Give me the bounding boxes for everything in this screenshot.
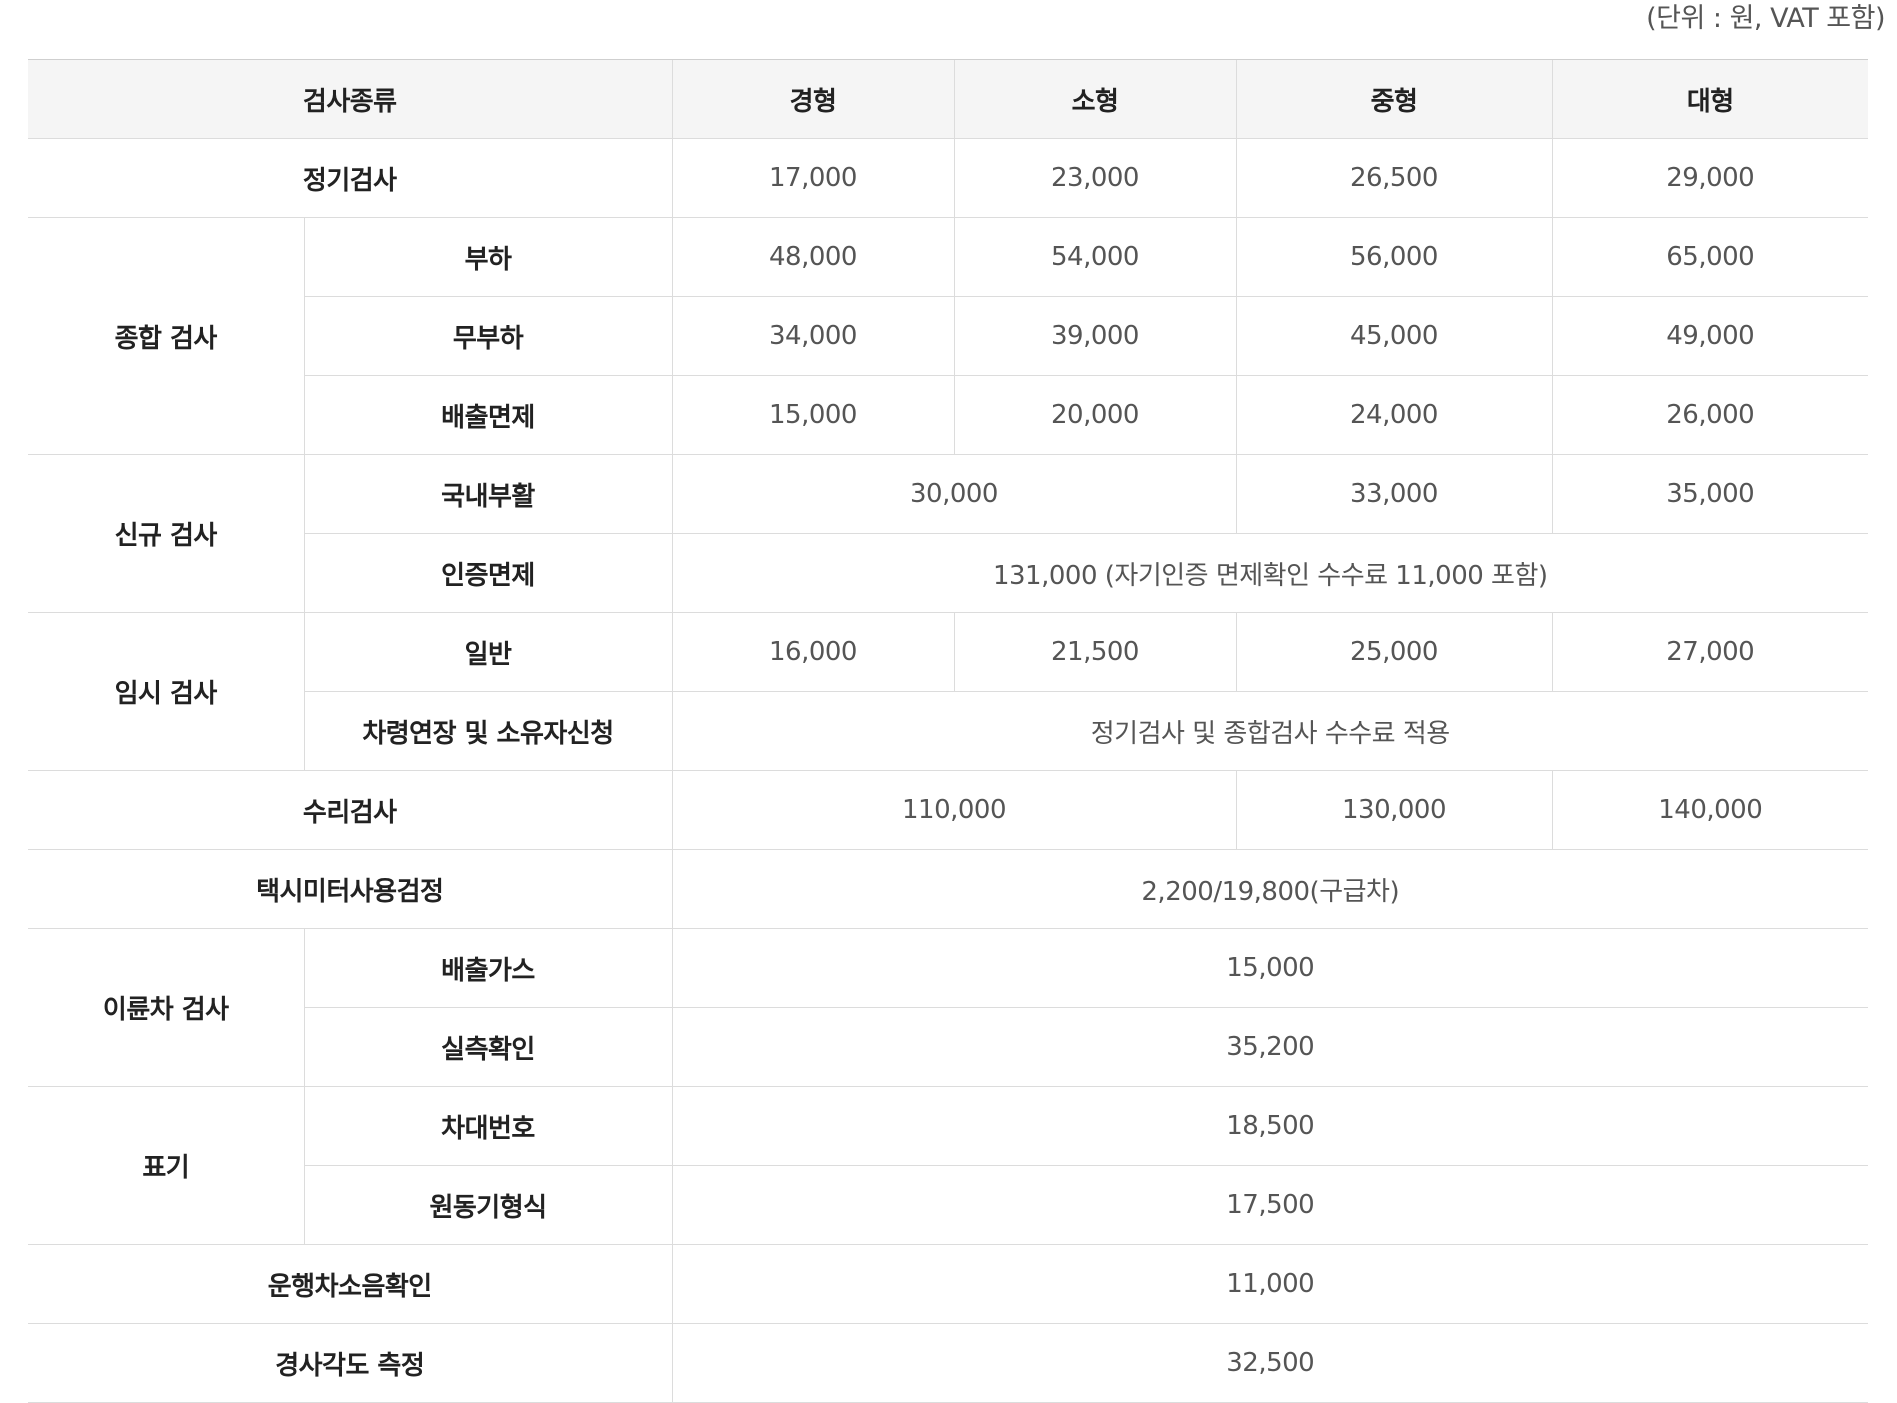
row-label-noise-check: 운행차소음확인 — [28, 1244, 672, 1324]
cell-chassis-number: 18,500 — [671, 1086, 1868, 1166]
unit-note: (단위 : 원, VAT 포함) — [1646, 3, 1885, 34]
table-row: 운행차소음확인 11,000 — [28, 1244, 1868, 1324]
cell-regular-medium: 26,500 — [1235, 138, 1552, 218]
table-row: 정기검사 17,000 23,000 26,500 29,000 — [28, 138, 1868, 218]
cell-general-medium: 25,000 — [1235, 612, 1552, 692]
cell-load-small: 54,000 — [953, 217, 1236, 297]
row-label-chassis-number: 차대번호 — [303, 1086, 672, 1166]
row-label-emission-exempt: 배출면제 — [303, 375, 672, 455]
row-label-regular: 정기검사 — [28, 138, 672, 218]
inspection-fee-table: 검사종류 경형 소형 중형 대형 정기검사 17,000 23,000 26,5… — [28, 59, 1868, 1403]
header-medium: 중형 — [1235, 59, 1552, 139]
cell-general-large: 27,000 — [1551, 612, 1868, 692]
cell-load-medium: 56,000 — [1235, 217, 1552, 297]
table-row: 무부하 34,000 39,000 45,000 49,000 — [28, 296, 1868, 376]
cell-regular-light: 17,000 — [671, 138, 954, 218]
cell-extension: 정기검사 및 종합검사 수수료 적용 — [671, 691, 1868, 771]
cell-repair-light-small: 110,000 — [671, 770, 1236, 850]
table-row: 택시미터사용검정 2,200/19,800(구급차) — [28, 849, 1868, 929]
table-row: 배출면제 15,000 20,000 24,000 26,000 — [28, 375, 1868, 455]
cell-exempt-light: 15,000 — [671, 375, 954, 455]
table-row: 신규 검사 국내부활 30,000 33,000 35,000 — [28, 454, 1868, 613]
cell-regular-large: 29,000 — [1551, 138, 1868, 218]
row-label-slope-angle: 경사각도 측정 — [28, 1323, 672, 1403]
cell-domestic-medium: 33,000 — [1235, 454, 1552, 534]
header-large: 대형 — [1551, 59, 1868, 139]
row-label-general: 일반 — [303, 612, 672, 692]
table-row: 수리검사 110,000 130,000 140,000 — [28, 770, 1868, 850]
table-row: 임시 검사 일반 16,000 21,500 25,000 27,000 — [28, 612, 1868, 771]
table-header-row: 검사종류 경형 소형 중형 대형 — [28, 59, 1868, 139]
table-row: 인증면제 131,000 (자기인증 면제확인 수수료 11,000 포함) — [28, 533, 1868, 613]
table-row: 표기 차대번호 18,500 — [28, 1086, 1868, 1245]
cell-general-light: 16,000 — [671, 612, 954, 692]
row-label-cert-exempt: 인증면제 — [303, 533, 672, 613]
cell-domestic-large: 35,000 — [1551, 454, 1868, 534]
cell-noload-large: 49,000 — [1551, 296, 1868, 376]
row-label-taxi-meter: 택시미터사용검정 — [28, 849, 672, 929]
group-label-marking: 표기 — [28, 1086, 305, 1245]
cell-general-small: 21,500 — [953, 612, 1236, 692]
row-label-engine-type: 원동기형식 — [303, 1165, 672, 1245]
cell-measurement: 35,200 — [671, 1007, 1868, 1087]
cell-domestic-light-small: 30,000 — [671, 454, 1236, 534]
table-row: 원동기형식 17,500 — [28, 1165, 1868, 1245]
table-row: 차령연장 및 소유자신청 정기검사 및 종합검사 수수료 적용 — [28, 691, 1868, 771]
table-row: 이륜차 검사 배출가스 15,000 — [28, 928, 1868, 1087]
table-row: 실측확인 35,200 — [28, 1007, 1868, 1087]
header-inspection-type: 검사종류 — [28, 59, 672, 139]
cell-slope-angle: 32,500 — [671, 1323, 1868, 1403]
header-light: 경형 — [671, 59, 954, 139]
cell-noise-check: 11,000 — [671, 1244, 1868, 1324]
cell-regular-small: 23,000 — [953, 138, 1236, 218]
cell-exempt-medium: 24,000 — [1235, 375, 1552, 455]
row-label-extension: 차령연장 및 소유자신청 — [303, 691, 672, 771]
table-row: 종합 검사 부하 48,000 54,000 56,000 65,000 — [28, 217, 1868, 455]
cell-taxi-meter: 2,200/19,800(구급차) — [671, 849, 1868, 929]
row-label-load: 부하 — [303, 217, 672, 297]
cell-exempt-large: 26,000 — [1551, 375, 1868, 455]
cell-repair-medium: 130,000 — [1235, 770, 1552, 850]
row-label-domestic-revival: 국내부활 — [303, 454, 672, 534]
cell-emission-gas: 15,000 — [671, 928, 1868, 1008]
row-label-repair: 수리검사 — [28, 770, 672, 850]
cell-noload-small: 39,000 — [953, 296, 1236, 376]
header-small: 소형 — [953, 59, 1236, 139]
cell-load-large: 65,000 — [1551, 217, 1868, 297]
group-label-comprehensive: 종합 검사 — [28, 217, 305, 455]
cell-exempt-small: 20,000 — [953, 375, 1236, 455]
row-label-emission-gas: 배출가스 — [303, 928, 672, 1008]
cell-noload-light: 34,000 — [671, 296, 954, 376]
cell-cert-exempt: 131,000 (자기인증 면제확인 수수료 11,000 포함) — [671, 533, 1868, 613]
cell-engine-type: 17,500 — [671, 1165, 1868, 1245]
row-label-measurement: 실측확인 — [303, 1007, 672, 1087]
row-label-noload: 무부하 — [303, 296, 672, 376]
cell-noload-medium: 45,000 — [1235, 296, 1552, 376]
group-label-two-wheel: 이륜차 검사 — [28, 928, 305, 1087]
cell-repair-large: 140,000 — [1551, 770, 1868, 850]
group-label-temporary: 임시 검사 — [28, 612, 305, 771]
group-label-new: 신규 검사 — [28, 454, 305, 613]
cell-load-light: 48,000 — [671, 217, 954, 297]
table-row: 경사각도 측정 32,500 — [28, 1323, 1868, 1403]
